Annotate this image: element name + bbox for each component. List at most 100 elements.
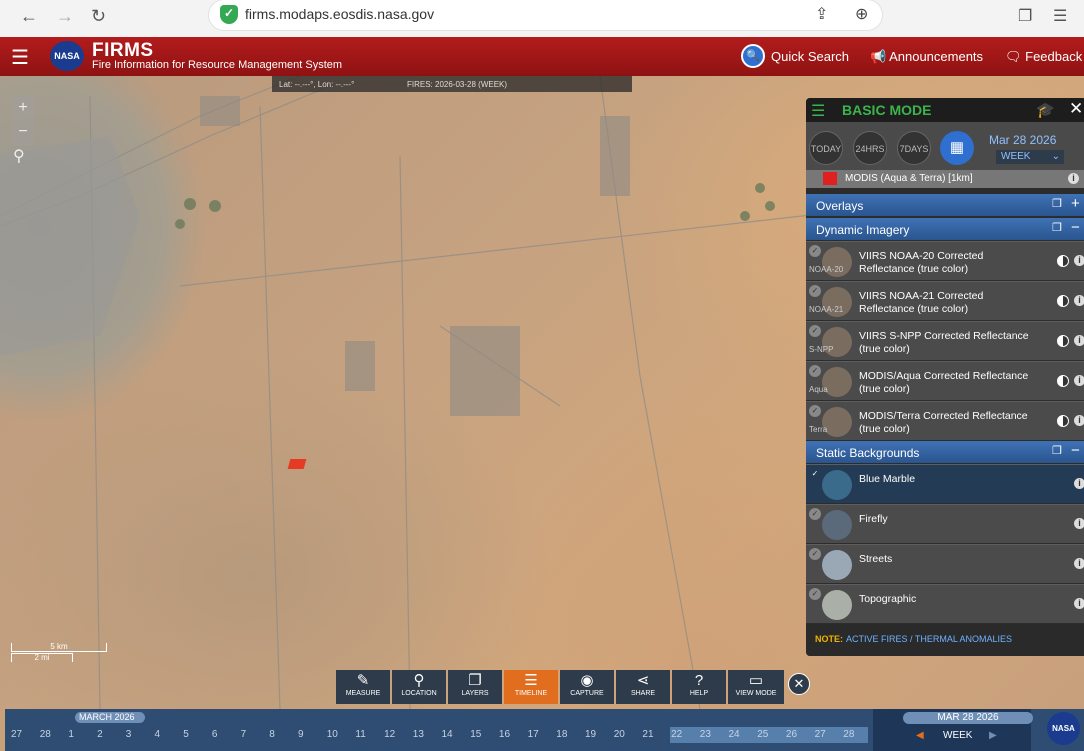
layer-checkbox[interactable]: ✓ [809,588,821,600]
timeline-day[interactable]: 17 [528,729,539,740]
opacity-icon[interactable] [1057,255,1069,267]
copy-icon[interactable]: ❐ [1052,444,1062,457]
opacity-icon[interactable] [1057,295,1069,307]
timeline-day[interactable]: 19 [585,729,596,740]
calendar-icon[interactable]: ▦ [940,131,974,165]
add-comment-icon[interactable]: ⊕ [855,4,868,24]
collapse-icon[interactable]: − [1071,219,1080,236]
timeline-day[interactable]: 9 [298,729,304,740]
location-button[interactable]: ⚲ LOCATION [392,670,446,704]
timeline[interactable]: MARCH 2026 27 28 1 2 3 4 5 6 7 8 9 10 11 12 13 14 15 16 17… [5,709,1084,751]
dynamic-layer-row[interactable]: ✓ S-NPP VIIRS S-NPP Corrected Reflectance … [806,321,1084,360]
timeline-day[interactable]: 15 [470,729,481,740]
dynamic-layer-row[interactable]: ✓ NOAA-21 VIIRS NOAA-21 Corrected Reflecta… [806,281,1084,320]
timeline-period[interactable]: WEEK [943,730,972,741]
opacity-icon[interactable] [1057,375,1069,387]
static-layer-row[interactable]: ✓ Topographic i [806,584,1084,623]
timeline-day[interactable]: 6 [212,729,218,740]
layer-checkbox[interactable]: ✓ [809,245,821,257]
feedback-link[interactable]: 🗨 Feedback [1005,49,1082,65]
timeline-day[interactable]: 7 [241,729,247,740]
layer-checkbox[interactable]: ✓ [809,365,821,377]
step-forward-icon[interactable]: ▶ [989,730,997,741]
layer-checkbox[interactable]: ✓ [809,468,821,480]
graduation-cap-icon[interactable]: 🎓 [1036,101,1055,119]
timeline-day[interactable]: 20 [614,729,625,740]
info-icon[interactable]: i [1074,375,1084,386]
nasa-logo[interactable]: NASA [50,41,84,71]
info-icon[interactable]: i [1074,295,1084,306]
capture-button[interactable]: ◉ CAPTURE [560,670,614,704]
timeline-day[interactable]: 5 [183,729,189,740]
timeline-day[interactable]: 25 [757,729,768,740]
fire-detection-marker[interactable] [287,459,307,469]
timeline-day[interactable]: 26 [786,729,797,740]
timeline-day[interactable]: 22 [671,729,682,740]
fire-layer-row[interactable]: MODIS (Aqua & Terra) [1km] i [806,170,1084,188]
layer-checkbox[interactable]: ✓ [809,325,821,337]
browser-menu-icon[interactable]: ☰ [1053,6,1067,26]
expand-icon[interactable]: + [1071,195,1080,212]
7days-button[interactable]: 7DAYS [897,131,931,165]
static-layer-row[interactable]: ✓ Blue Marble i [806,464,1084,503]
today-button[interactable]: TODAY [809,131,843,165]
static-backgrounds-header[interactable]: Static Backgrounds ❐ − [806,441,1084,463]
collapse-icon[interactable]: − [1071,442,1080,459]
timeline-day[interactable]: 11 [355,729,365,740]
step-back-icon[interactable]: ◀ [916,730,924,741]
search-icon[interactable]: 🔍 [741,44,765,68]
timeline-day[interactable]: 1 [68,729,74,740]
layer-checkbox[interactable]: ✓ [809,285,821,297]
timeline-day[interactable]: 21 [642,729,653,740]
help-button[interactable]: ? HELP [672,670,726,704]
timeline-day[interactable]: 2 [97,729,103,740]
zoom-out-button[interactable]: − [12,120,34,144]
timeline-button[interactable]: ☰ TIMELINE [504,670,558,704]
tabs-icon[interactable]: ❐ [1018,6,1032,26]
timeline-day[interactable]: 18 [556,729,567,740]
announcements-link[interactable]: 📢 Announcements [870,49,983,65]
timeline-day[interactable]: 4 [155,729,161,740]
timeline-day[interactable]: 23 [700,729,711,740]
share-button[interactable]: ⋖ SHARE [616,670,670,704]
hamburger-menu-icon[interactable]: ☰ [11,45,29,70]
panel-date[interactable]: Mar 28 2026 [989,133,1056,147]
info-icon[interactable]: i [1074,335,1084,346]
reload-icon[interactable]: ↻ [91,6,106,27]
timeline-day[interactable]: 14 [442,729,453,740]
info-icon[interactable]: i [1074,558,1084,569]
timeline-day[interactable]: 13 [413,729,424,740]
back-icon[interactable]: ← [20,6,38,27]
close-panel-icon[interactable]: ✕ [1069,99,1083,119]
locate-me-icon[interactable]: ⚲ [13,146,25,166]
static-layer-row[interactable]: ✓ Firefly i [806,504,1084,543]
timeline-day[interactable]: 3 [126,729,132,740]
timeline-day[interactable]: 28 [843,729,854,740]
timeline-day[interactable]: 27 [11,729,22,740]
close-toolbar-icon[interactable]: ✕ [788,673,810,695]
timeline-day[interactable]: 24 [729,729,740,740]
info-icon[interactable]: i [1074,598,1084,609]
overlays-header[interactable]: Overlays ❐ + [806,194,1084,216]
copy-icon[interactable]: ❐ [1052,221,1062,234]
static-layer-row[interactable]: ✓ Streets i [806,544,1084,583]
layers-button[interactable]: ❐ LAYERS [448,670,502,704]
panel-menu-icon[interactable]: ☰ [811,101,825,121]
dynamic-layer-row[interactable]: ✓ Aqua MODIS/Aqua Corrected Reflectance (t… [806,361,1084,400]
info-icon[interactable]: i [1074,415,1084,426]
dynamic-layer-row[interactable]: ✓ Terra MODIS/Terra Corrected Reflectance … [806,401,1084,440]
timeline-day[interactable]: 8 [269,729,275,740]
layer-checkbox[interactable]: ✓ [809,405,821,417]
quick-search-link[interactable]: Quick Search [771,49,849,64]
layer-checkbox[interactable]: ✓ [809,548,821,560]
info-icon[interactable]: i [1068,173,1079,184]
timeline-day[interactable]: 10 [327,729,338,740]
copy-icon[interactable]: ❐ [1052,197,1062,210]
timeline-day[interactable]: 16 [499,729,510,740]
forward-icon[interactable]: → [56,6,74,27]
nasa-footer-logo[interactable]: NASA [1047,712,1080,745]
dynamic-layer-row[interactable]: ✓ NOAA-20 VIIRS NOAA-20 Corrected Reflecta… [806,241,1084,280]
24hrs-button[interactable]: 24HRS [853,131,887,165]
view-mode-button[interactable]: ▭ VIEW MODE [728,670,784,704]
url-text[interactable]: firms.modaps.eosdis.nasa.gov [245,6,434,22]
